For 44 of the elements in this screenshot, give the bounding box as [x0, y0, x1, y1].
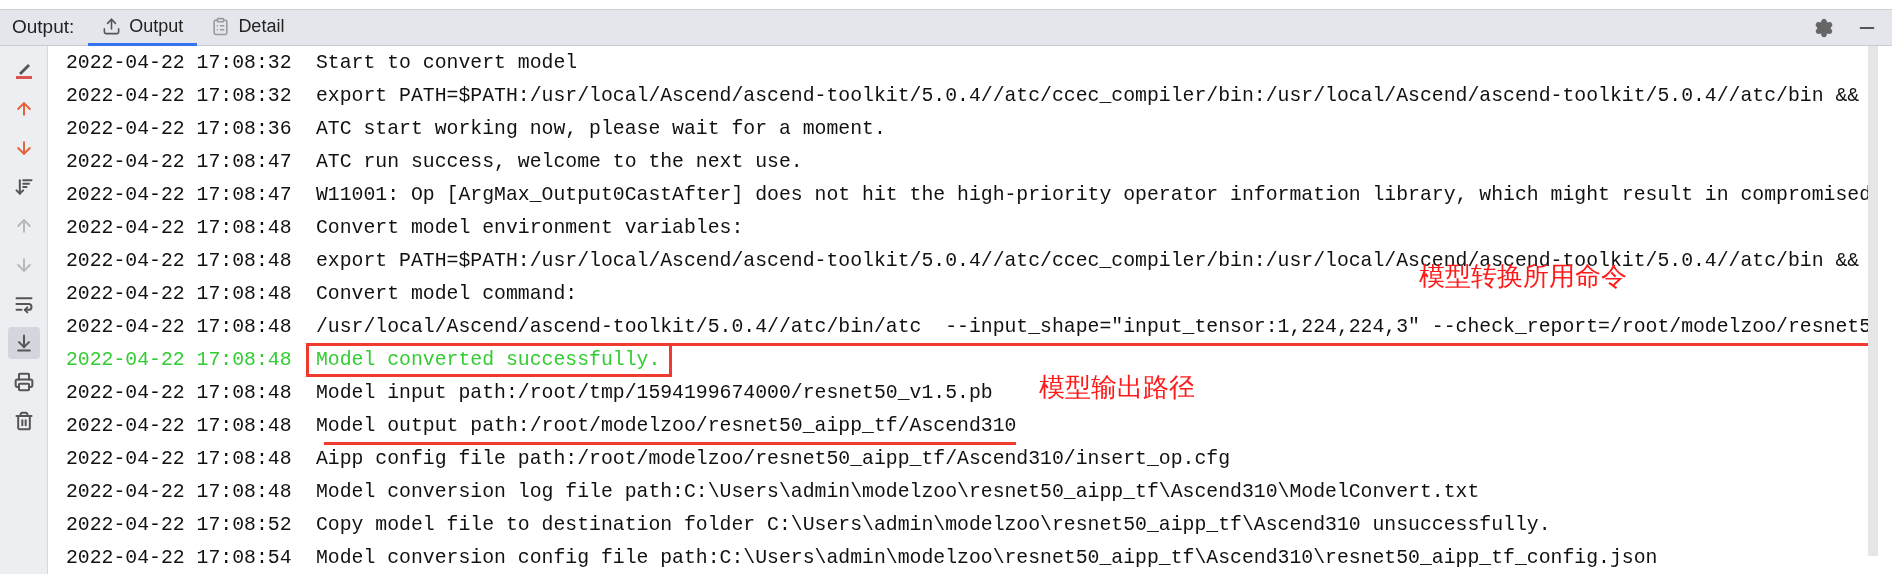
- log-message: Model converted successfully.: [316, 349, 661, 371]
- panel-tab[interactable]: Output: [88, 9, 198, 46]
- log-message: Convert model environment variables:: [316, 217, 744, 239]
- log-time: 2022-04-22 17:08:48: [66, 249, 293, 274]
- log-time: 2022-04-22 17:08:48: [66, 381, 293, 406]
- log-message: Aipp config file path:/root/modelzoo/resnet50_aipp_tf/Ascend310/insert_op.cfg: [316, 448, 1231, 470]
- log-message: ATC run success, welcome to the next use.: [316, 151, 803, 173]
- log-time: 2022-04-22 17:08:36: [66, 117, 293, 142]
- log-time: 2022-04-22 17:08:48: [66, 315, 293, 340]
- toolbar-button[interactable]: [7, 327, 40, 359]
- annotation-note: 模型输出路径: [1039, 371, 1195, 404]
- print-icon: [13, 372, 34, 392]
- log-time: 2022-04-22 17:08:32: [66, 84, 293, 109]
- clipboard-icon: [211, 16, 231, 36]
- log-time: 2022-04-22 17:08:32: [66, 51, 293, 76]
- wrap-icon: [13, 294, 34, 314]
- log-time: 2022-04-22 17:08:54: [66, 546, 293, 571]
- log-message: /usr/local/Ascend/ascend-toolkit/5.0.4//atc/bin/atc --input_shape="input_tensor:1,224,224,3" --check_report=/root/modelzoo/resnet5: [316, 316, 1872, 338]
- log-message: Convert model command:: [316, 283, 578, 305]
- panel-label: Output:: [12, 15, 75, 40]
- settings-icon[interactable]: [1814, 17, 1834, 38]
- scrollbar[interactable]: [1868, 46, 1878, 556]
- log-message: W11001: Op [ArgMax_Output0CastAfter] does not hit the high-priority operator information library, which might result in compromised: [316, 184, 1872, 206]
- log-time: 2022-04-22 17:08:47: [66, 183, 293, 208]
- log-message: Model input path:/root/tmp/1594199674000/resnet50_v1.5.pb: [316, 382, 993, 404]
- log-time: 2022-04-22 17:08:48: [66, 480, 293, 505]
- log-message: ATC start working now, please wait for a moment.: [316, 118, 886, 140]
- log-message: Copy model file to destination folder C:\Users\admin\modelzoo\resnet50_aipp_tf\Ascend310 unsuccessfully.: [316, 514, 1551, 536]
- log-message: export PATH=$PATH:/usr/local/Ascend/ascend-toolkit/5.0.4//atc/ccec_compiler/bin:/usr/local/Ascend/ascend-toolkit/5.0.4//atc/bin &&: [316, 85, 1860, 107]
- log-message: Model conversion config file path:C:\Users\admin\modelzoo\resnet50_aipp_tf\Ascend310\resnet50_aipp_tf_config.json: [316, 547, 1658, 569]
- log-time: 2022-04-22 17:08:47: [66, 150, 293, 175]
- log-time: 2022-04-22 17:08:48: [66, 447, 293, 472]
- panel-tab[interactable]: Detail: [197, 9, 299, 46]
- upload-icon: [102, 16, 122, 36]
- log-time: 2022-04-22 17:08:48: [66, 282, 293, 307]
- trash-icon: [13, 411, 34, 431]
- log-time: 2022-04-22 17:08:52: [66, 513, 293, 538]
- log-message: Model output path:/root/modelzoo/resnet50_aipp_tf/Ascend310: [316, 415, 1017, 437]
- sort-icon: [13, 177, 34, 197]
- log-message: Model conversion log file path:C:\Users\admin\modelzoo\resnet50_aipp_tf\Ascend310\ModelConvert.txt: [316, 481, 1480, 503]
- log-time: 2022-04-22 17:08:48: [66, 348, 293, 373]
- log-message: Start to convert model: [316, 52, 578, 74]
- log-time: 2022-04-22 17:08:48: [66, 414, 293, 439]
- log-time: 2022-04-22 17:08:48: [66, 216, 293, 241]
